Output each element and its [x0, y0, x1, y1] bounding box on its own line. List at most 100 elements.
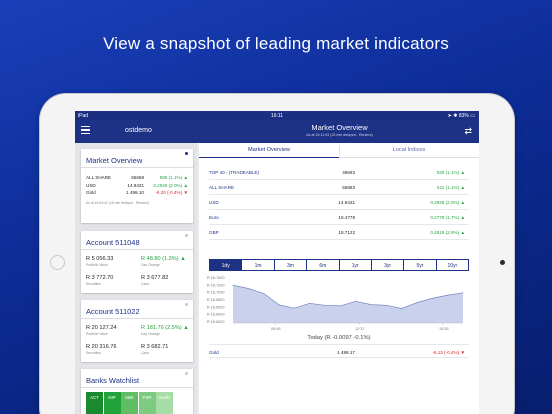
account-card[interactable]: Account 511048 R 5 056.33 Portfolio Valu… [81, 231, 193, 293]
swap-arrows-icon[interactable]: ⇄ [464, 126, 472, 137]
index-name: TOP 40 - (TRADEABLE) [209, 170, 260, 175]
app-header: ostdemo Market Overview As at 16:11:53 (… [75, 120, 479, 143]
up-arrow-icon: ▲ [459, 200, 465, 205]
portfolio-value: R 20 127.24 [86, 325, 117, 331]
securities-label: Securities [86, 281, 101, 286]
market-overview-card[interactable]: Market Overview ALL SHARE 55668 596 (1.1%)… [81, 149, 193, 223]
watchlist-card[interactable]: Banks Watchlist ACT INP SBK FSR Nedb [81, 369, 193, 414]
index-change: 0.2778 (1.7%) ▲ [430, 215, 465, 220]
overview-change: 596 (1.1%) ▲ [160, 175, 188, 180]
overview-row[interactable]: ALL SHARE 55668 596 (1.1%) ▲ [86, 174, 188, 182]
index-row[interactable]: TOP 40 - (TRADEABLE) 49663 530 (1.1%) ▲ [209, 165, 469, 180]
range-button-10yr[interactable]: 10yr [435, 260, 468, 270]
account-card[interactable]: Account 511022 R 20 127.24 Portfolio Val… [81, 300, 193, 362]
overview-row[interactable]: Gold 1 499.10 -6.20 (-0.4%) ▼ [86, 189, 188, 197]
overview-change-text: 596 (1.1%) [159, 175, 183, 180]
index-row[interactable]: GBP 18.7122 0.4618 (2.5%) ▲ [209, 225, 469, 240]
overview-row[interactable]: USD 14.9431 0.2926 (2.0%) ▲ [86, 182, 188, 190]
index-row[interactable]: Euro 16.4778 0.2778 (1.7%) ▲ [209, 210, 469, 225]
y-tick-label: R 18.7200 [207, 283, 225, 287]
battery-indicator: ➤ ✱ 83% ▭ [448, 113, 475, 119]
front-camera [500, 260, 505, 265]
overview-name: USD [86, 182, 96, 188]
overview-note: As at 16:04:42 (15 min delayed - Reuters… [86, 200, 149, 205]
watchlist-cell-nedb[interactable]: Nedb [156, 392, 173, 414]
watchlist-cell-act[interactable]: ACT [86, 392, 103, 414]
app-screen: iPad 16:11 ➤ ✱ 83% ▭ ostdemo Market Over… [75, 111, 479, 414]
up-arrow-icon: ▲ [183, 325, 189, 331]
location-icon: ➤ [447, 112, 452, 119]
securities-label: Securities [86, 350, 101, 355]
index-value: 14.9431 [338, 200, 355, 205]
chart-point [385, 304, 387, 306]
range-button-1dy[interactable]: 1dy [210, 260, 242, 270]
day-change-value: R 181.76 (2.5%) ▲ [141, 325, 189, 331]
tab-market-overview[interactable]: Market Overview [199, 143, 339, 158]
tab-local-indices[interactable]: Local Indices [339, 143, 479, 158]
index-change-text: 0.2926 (2.0%) [430, 200, 460, 205]
range-button-6m[interactable]: 6m [306, 260, 338, 270]
card-dot-indicator [185, 372, 188, 375]
index-value: 16.4778 [338, 215, 355, 220]
bluetooth-icon: ✱ [453, 112, 458, 119]
watchlist-cell-inp[interactable]: INP [103, 392, 121, 414]
range-button-5yr[interactable]: 5yr [403, 260, 435, 270]
portfolio-value: R 5 056.33 [86, 256, 114, 262]
chart-point [339, 305, 341, 307]
price-chart[interactable]: R 18.7600 R 18.7200 R 18.7000 R 18.6800 R 18… [207, 273, 471, 335]
card-dot-indicator [185, 303, 188, 306]
overview-change-text: 0.2926 (2.0%) [153, 182, 183, 188]
x-tick-label: 15:26 [439, 327, 449, 331]
securities-value: R 20 316.76 [86, 344, 117, 350]
watchlist-cell-sbk[interactable]: SBK [121, 392, 138, 414]
gold-row[interactable]: Gold 1 499.17 -6.13 (-0.4%) ▼ [209, 344, 469, 358]
chart-point [232, 284, 234, 286]
chart-point [263, 293, 265, 294]
cash-label: Cash [141, 350, 149, 355]
watchlist-cell-fsr[interactable]: FSR [138, 392, 156, 414]
card-title: Market Overview [81, 149, 193, 168]
index-name: GBP [209, 230, 219, 235]
up-arrow-icon: ▲ [182, 182, 188, 188]
index-change: 0.4618 (2.5%) ▲ [430, 230, 465, 235]
card-dot-indicator [185, 234, 188, 237]
chart-area [233, 285, 463, 323]
index-change: 530 (1.1%) ▲ [437, 170, 465, 175]
range-button-1yr[interactable]: 1yr [338, 260, 371, 270]
day-change-value: R 48.80 (1.3%) ▲ [141, 256, 186, 262]
down-arrow-icon: ▼ [460, 349, 465, 355]
gold-change: -6.13 (-0.4%) ▼ [432, 349, 465, 355]
index-change: 0.2926 (2.0%) ▲ [430, 200, 465, 205]
up-arrow-icon: ▲ [182, 175, 188, 180]
hamburger-menu-icon[interactable] [81, 126, 90, 135]
index-name: Euro [209, 215, 219, 220]
status-time: 16:11 [270, 112, 284, 119]
sidebar: Market Overview ALL SHARE 55668 596 (1.1%)… [75, 143, 197, 414]
headline: View a snapshot of leading market indica… [103, 34, 449, 53]
index-change-text: 611 (1.1%) [437, 185, 460, 190]
securities-value: R 3 772.70 [86, 275, 114, 281]
range-button-3m[interactable]: 3m [273, 260, 306, 270]
range-button-1m[interactable]: 1m [241, 260, 273, 270]
index-row[interactable]: USD 14.9431 0.2926 (2.0%) ▲ [209, 195, 469, 210]
day-change-label: Day Change [141, 331, 160, 336]
chart-point [416, 302, 418, 303]
home-button[interactable] [50, 255, 65, 270]
cash-label: Cash [141, 281, 149, 286]
index-change-text: 0.4618 (2.5%) [430, 230, 460, 235]
chart-point [401, 308, 403, 309]
up-arrow-icon: ▲ [459, 215, 465, 220]
cash-value: R 3 682.71 [141, 344, 169, 350]
main-panel: Market Overview Local Indices TOP 40 - (… [199, 143, 479, 414]
range-button-3yr[interactable]: 3yr [370, 260, 403, 270]
down-arrow-icon: ▼ [182, 190, 188, 195]
chart-point [431, 298, 433, 299]
watchlist-title: Banks Watchlist [81, 369, 193, 388]
chart-point [293, 307, 295, 309]
up-arrow-icon: ▲ [459, 170, 465, 175]
y-tick-label: R 18.6200 [207, 320, 225, 324]
overview-change: -6.20 (-0.4%) ▼ [155, 190, 188, 195]
chart-point [247, 288, 249, 289]
index-row[interactable]: ALL SHARE 55683 611 (1.1%) ▲ [209, 180, 469, 195]
overview-value: 14.9431 [127, 182, 144, 188]
